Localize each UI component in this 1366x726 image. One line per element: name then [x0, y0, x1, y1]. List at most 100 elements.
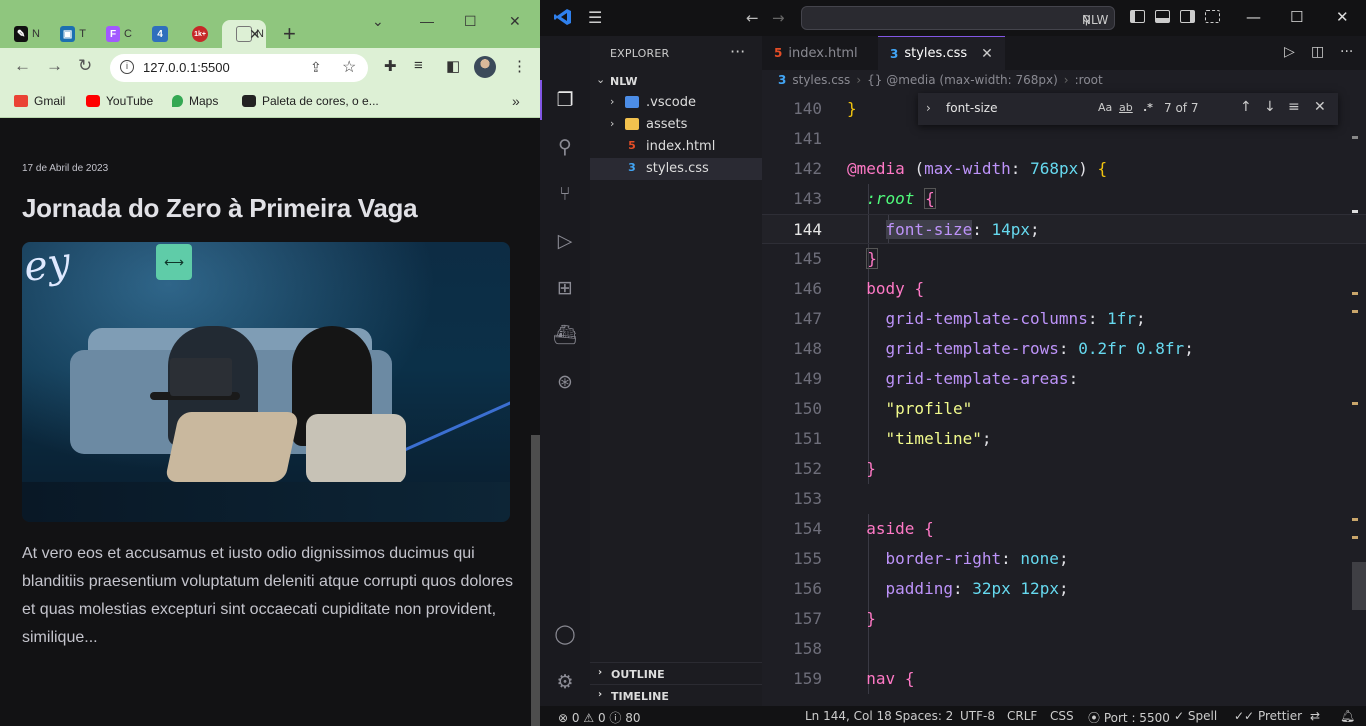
tab-search-icon[interactable]: ⌄ — [372, 13, 384, 30]
editor-scrollbar[interactable] — [1352, 562, 1366, 610]
code-line: 143 :root { — [793, 188, 936, 209]
minimize-button[interactable]: — — [420, 13, 434, 29]
maximize-button[interactable]: ☐ — [464, 13, 477, 30]
share-icon[interactable]: ⇪ — [310, 59, 322, 76]
breadcrumb-file[interactable]: styles.css — [792, 73, 850, 87]
split-editor-icon[interactable]: ◫ — [1311, 44, 1324, 60]
code-line: 149 grid-template-areas: — [793, 369, 1079, 388]
more-bookmarks-icon[interactable]: » — [512, 93, 520, 109]
command-center-search[interactable]: ⚲ NLW — [801, 6, 1115, 30]
extensions-icon[interactable]: ⊞ — [553, 276, 577, 300]
line-ending[interactable]: CRLF — [1007, 709, 1037, 723]
extensions-icon[interactable]: ✚ — [384, 57, 397, 75]
url-text[interactable]: 127.0.0.1:5500 — [143, 60, 230, 75]
indentation[interactable]: Spaces: 2 — [895, 709, 953, 723]
browser-tab[interactable]: 1k+ — [178, 20, 218, 48]
tab-styles-css[interactable]: 3 styles.css ✕ — [878, 36, 1005, 70]
browser-tab[interactable]: ▣ T — [46, 20, 86, 48]
site-info-icon[interactable]: i — [120, 60, 134, 74]
address-bar[interactable]: i 127.0.0.1:5500 ⇪ ☆ — [110, 54, 368, 82]
find-in-selection-icon[interactable]: ≡ — [1288, 99, 1300, 115]
chrome-menu-icon[interactable]: ⋮ — [512, 57, 527, 75]
accounts-icon[interactable]: ◯ — [553, 622, 577, 646]
more-actions-icon[interactable]: ··· — [730, 42, 745, 61]
run-icon[interactable]: ▷ — [1284, 44, 1295, 60]
docker-icon[interactable]: ⛴ — [553, 323, 577, 347]
tree-item-index-html[interactable]: 5 index.html — [590, 136, 762, 158]
bookmark-palette[interactable]: Paleta de cores, o e... — [242, 94, 379, 108]
tree-item-styles-css[interactable]: 3 styles.css — [590, 158, 762, 180]
profile-avatar[interactable] — [474, 56, 496, 78]
nav-forward-icon[interactable]: → — [772, 9, 785, 27]
customize-layout-icon[interactable] — [1205, 10, 1220, 23]
toggle-sidebar-icon[interactable] — [1130, 10, 1145, 23]
find-input[interactable]: font-size — [946, 101, 997, 115]
code-line: 156 padding: 32px 12px; — [793, 579, 1069, 598]
match-case-icon[interactable]: Aa — [1098, 101, 1112, 114]
toggle-secondary-sidebar-icon[interactable] — [1180, 10, 1195, 23]
match-word-icon[interactable]: ab — [1119, 101, 1133, 114]
browser-tab[interactable]: F C — [92, 20, 132, 48]
info-icon: ⓘ — [609, 711, 622, 725]
maximize-button[interactable]: ☐ — [1290, 8, 1303, 26]
media-control-icon[interactable]: ≡ — [414, 57, 423, 74]
source-control-icon[interactable]: ⑂ — [553, 182, 577, 206]
close-window-button[interactable]: ✕ — [509, 13, 521, 30]
nav-back-icon[interactable]: ← — [746, 9, 759, 27]
close-find-icon[interactable]: ✕ — [1314, 99, 1326, 115]
bookmark-star-icon[interactable]: ☆ — [342, 57, 356, 77]
new-tab-button[interactable]: + — [283, 21, 296, 47]
regex-icon[interactable]: .* — [1143, 101, 1153, 114]
spell-check[interactable]: ✓ Spell — [1174, 709, 1217, 723]
more-actions-icon[interactable]: ··· — [1340, 44, 1353, 60]
next-match-icon[interactable]: ↓ — [1264, 99, 1276, 115]
browser-tab[interactable]: ✎ N — [0, 20, 40, 48]
tree-item-vscode[interactable]: › .vscode — [590, 92, 762, 114]
previous-match-icon[interactable]: ↑ — [1240, 99, 1252, 115]
side-panel-icon[interactable]: ◧ — [446, 57, 460, 75]
vscode-logo-icon — [554, 9, 571, 25]
close-icon[interactable]: ✕ — [981, 46, 993, 62]
encoding[interactable]: UTF-8 — [960, 709, 995, 723]
workspace-root[interactable]: ⌄ NLW — [590, 70, 762, 92]
breadcrumb-media[interactable]: {} @media (max-width: 768px) — [867, 73, 1058, 87]
bookmark-gmail[interactable]: Gmail — [14, 94, 65, 108]
timeline-section[interactable]: › TIMELINE — [590, 684, 762, 706]
chevron-right-icon: › — [598, 667, 603, 678]
prettier-status[interactable]: ✓✓ Prettier — [1234, 709, 1302, 723]
language-mode[interactable]: CSS — [1050, 709, 1074, 723]
problems-indicator[interactable]: ⊗ 0 ⚠ 0 ⓘ 80 — [558, 709, 641, 726]
code-line: 146 body { — [793, 279, 925, 298]
tree-item-assets[interactable]: › assets — [590, 114, 762, 136]
editor-area: 5 index.html 3 styles.css ✕ ▷ ◫ ··· 3 st… — [762, 36, 1366, 706]
notifications-bell-icon[interactable]: 🔔︎ — [1340, 709, 1355, 723]
git-graph-icon[interactable]: ⊛ — [553, 370, 577, 394]
accounts-share-icon[interactable]: ⇄ — [1310, 709, 1320, 723]
bookmark-youtube[interactable]: YouTube — [86, 94, 153, 108]
code-line-current: 144 font-size: 14px; — [762, 214, 1366, 244]
run-debug-icon[interactable]: ▷ — [553, 229, 577, 253]
back-button[interactable]: ← — [14, 56, 31, 76]
cursor-position[interactable]: Ln 144, Col 18 — [805, 709, 892, 723]
browser-tab[interactable]: 4 — [138, 20, 178, 48]
toggle-panel-icon[interactable] — [1155, 10, 1170, 23]
outline-section[interactable]: › OUTLINE — [590, 662, 762, 684]
breadcrumb-root[interactable]: :root — [1075, 73, 1103, 87]
settings-gear-icon[interactable]: ⚙ — [553, 670, 577, 694]
search-icon[interactable]: ⚲ — [553, 135, 577, 159]
live-server-port[interactable]: ⦿ Port : 5500 — [1088, 709, 1170, 726]
toggle-replace-icon[interactable]: › — [926, 101, 931, 115]
close-tab-icon[interactable]: ✕ — [249, 26, 261, 43]
page-scrollbar[interactable] — [531, 435, 540, 726]
reload-button[interactable]: ↻ — [78, 56, 92, 76]
resize-handle-icon[interactable]: ⟷ — [156, 244, 192, 280]
menu-icon[interactable]: ☰ — [588, 8, 602, 27]
explorer-icon[interactable]: ❐ — [553, 88, 577, 112]
code-editor[interactable]: 140} 141 142 @media (max-width: 768px) { … — [762, 94, 1366, 706]
tab-index-html[interactable]: 5 index.html — [762, 36, 870, 70]
forward-button[interactable]: → — [46, 56, 63, 76]
minimize-button[interactable]: — — [1246, 8, 1261, 26]
close-window-button[interactable]: ✕ — [1336, 8, 1349, 26]
html-file-icon: 5 — [774, 46, 783, 60]
bookmark-maps[interactable]: Maps — [172, 94, 218, 108]
